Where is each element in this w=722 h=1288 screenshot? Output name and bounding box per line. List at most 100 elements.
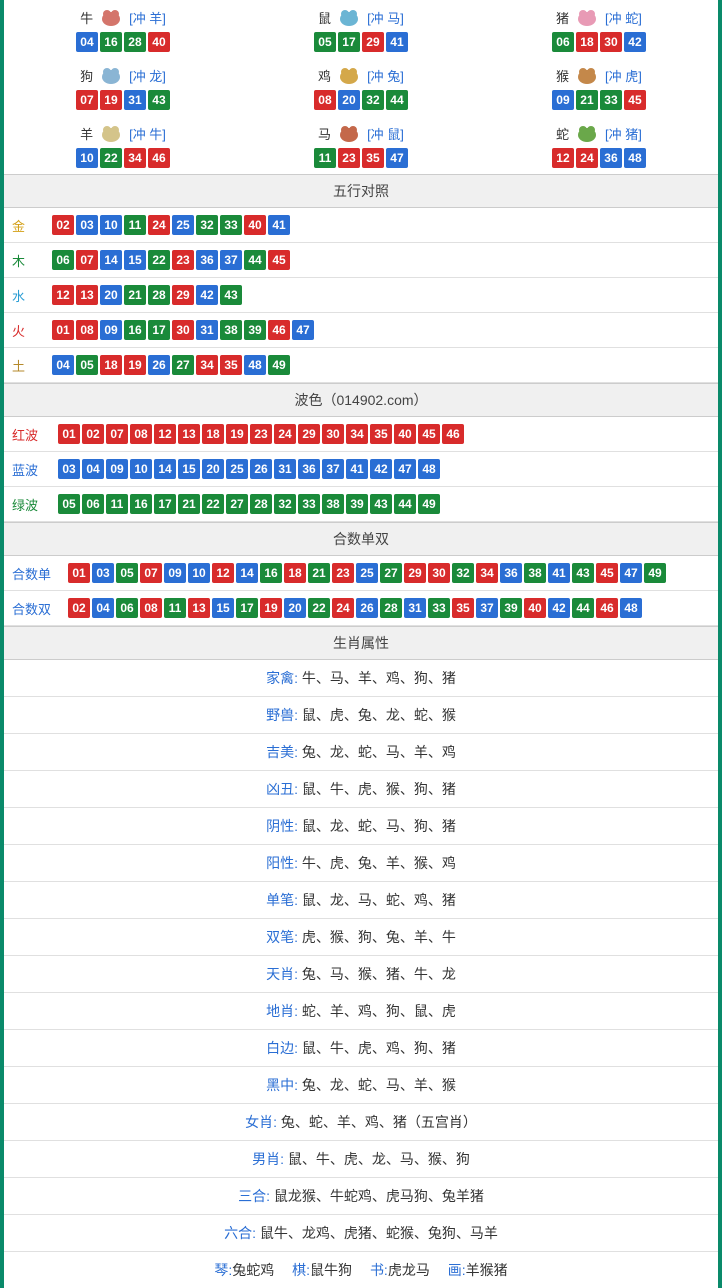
number-ball: 44 xyxy=(572,598,594,618)
number-ball: 05 xyxy=(314,32,336,52)
zodiac-header: 蛇 [冲 猪] xyxy=(480,122,718,144)
number-ball: 15 xyxy=(124,250,146,270)
number-ball: 10 xyxy=(100,215,122,235)
number-ball: 30 xyxy=(600,32,622,52)
number-ball: 11 xyxy=(124,215,146,235)
data-row: 合数单 010305070910121416182123252729303234… xyxy=(4,556,718,591)
number-ball: 27 xyxy=(380,563,402,583)
number-ball: 37 xyxy=(220,250,242,270)
number-ball: 24 xyxy=(576,148,598,168)
number-ball: 38 xyxy=(524,563,546,583)
zodiac-icon xyxy=(573,64,601,86)
number-ball: 10 xyxy=(76,148,98,168)
qi-label: 棋: xyxy=(292,1262,310,1278)
zodiac-balls: 07193143 xyxy=(4,90,242,110)
number-ball: 18 xyxy=(576,32,598,52)
row-label: 合数单 xyxy=(12,564,68,583)
number-ball: 46 xyxy=(442,424,464,444)
number-ball: 21 xyxy=(308,563,330,583)
number-ball: 25 xyxy=(226,459,248,479)
zodiac-header: 马 [冲 鼠] xyxy=(242,122,480,144)
number-ball: 31 xyxy=(404,598,426,618)
header-bose: 波色（014902.com） xyxy=(4,383,718,417)
number-ball: 07 xyxy=(76,250,98,270)
number-ball: 20 xyxy=(202,459,224,479)
attr-value: 蛇、羊、鸡、狗、鼠、虎 xyxy=(298,1003,456,1019)
number-ball: 35 xyxy=(370,424,392,444)
number-ball: 35 xyxy=(220,355,242,375)
number-ball: 24 xyxy=(148,215,170,235)
number-ball: 09 xyxy=(164,563,186,583)
zodiac-clash: [冲 羊] xyxy=(129,8,166,27)
number-ball: 38 xyxy=(322,494,344,514)
number-ball: 05 xyxy=(58,494,80,514)
number-ball: 20 xyxy=(284,598,306,618)
row-balls: 0102070812131819232429303435404546 xyxy=(58,424,464,444)
attr-value: 牛、马、羊、鸡、狗、猪 xyxy=(298,670,456,686)
zodiac-header: 羊 [冲 牛] xyxy=(4,122,242,144)
number-ball: 05 xyxy=(76,355,98,375)
number-ball: 03 xyxy=(58,459,80,479)
number-ball: 26 xyxy=(148,355,170,375)
header-shengxiao: 生肖属性 xyxy=(4,626,718,660)
number-ball: 02 xyxy=(68,598,90,618)
number-ball: 17 xyxy=(154,494,176,514)
main-wrapper: 牛 [冲 羊] 04162840 鼠 [冲 马] 05172941 猪 [冲 蛇… xyxy=(0,0,722,1288)
number-ball: 16 xyxy=(124,320,146,340)
attr-value: 鼠牛、龙鸡、虎猪、蛇猴、兔狗、马羊 xyxy=(256,1225,498,1241)
number-ball: 29 xyxy=(172,285,194,305)
number-ball: 13 xyxy=(188,598,210,618)
attr-value: 虎、猴、狗、兔、羊、牛 xyxy=(298,929,456,945)
number-ball: 20 xyxy=(100,285,122,305)
attr-label: 野兽: xyxy=(266,707,298,723)
qin-label: 琴: xyxy=(214,1262,232,1278)
number-ball: 02 xyxy=(82,424,104,444)
number-ball: 17 xyxy=(236,598,258,618)
attr-label: 天肖: xyxy=(266,966,298,982)
zodiac-clash: [冲 兔] xyxy=(367,66,404,85)
zodiac-name: 牛 xyxy=(80,8,93,27)
attr-row: 单笔: 鼠、龙、马、蛇、鸡、猪 xyxy=(4,882,718,919)
number-ball: 03 xyxy=(76,215,98,235)
number-ball: 34 xyxy=(476,563,498,583)
number-ball: 46 xyxy=(596,598,618,618)
attr-row: 家禽: 牛、马、羊、鸡、狗、猪 xyxy=(4,660,718,697)
zodiac-name: 狗 xyxy=(80,66,93,85)
number-ball: 31 xyxy=(196,320,218,340)
zodiac-cell: 蛇 [冲 猪] 12243648 xyxy=(480,116,718,174)
number-ball: 06 xyxy=(116,598,138,618)
number-ball: 24 xyxy=(332,598,354,618)
zodiac-clash: [冲 蛇] xyxy=(605,8,642,27)
zodiac-balls: 06183042 xyxy=(480,32,718,52)
attr-value: 鼠龙猴、牛蛇鸡、虎马狗、兔羊猪 xyxy=(270,1188,484,1204)
zodiac-header: 牛 [冲 羊] xyxy=(4,6,242,28)
header-wuxing: 五行对照 xyxy=(4,174,718,208)
attr-value: 鼠、牛、虎、龙、马、猴、狗 xyxy=(284,1151,470,1167)
zodiac-icon xyxy=(335,64,363,86)
bose-table: 红波 0102070812131819232429303435404546 蓝波… xyxy=(4,417,718,522)
number-ball: 30 xyxy=(322,424,344,444)
attr-row: 野兽: 鼠、虎、兔、龙、蛇、猴 xyxy=(4,697,718,734)
attr-label: 单笔: xyxy=(266,892,298,908)
attr-value: 兔、蛇、羊、鸡、猪（五宫肖） xyxy=(277,1114,477,1130)
number-ball: 18 xyxy=(284,563,306,583)
number-ball: 12 xyxy=(212,563,234,583)
number-ball: 42 xyxy=(624,32,646,52)
number-ball: 45 xyxy=(268,250,290,270)
attr-label: 三合: xyxy=(238,1188,270,1204)
number-ball: 26 xyxy=(356,598,378,618)
number-ball: 12 xyxy=(52,285,74,305)
number-ball: 07 xyxy=(140,563,162,583)
number-ball: 39 xyxy=(244,320,266,340)
attr-value: 兔、龙、蛇、马、羊、鸡 xyxy=(298,744,456,760)
number-ball: 47 xyxy=(620,563,642,583)
zodiac-name: 猴 xyxy=(556,66,569,85)
zodiac-header: 鸡 [冲 兔] xyxy=(242,64,480,86)
number-ball: 08 xyxy=(130,424,152,444)
number-ball: 43 xyxy=(370,494,392,514)
number-ball: 08 xyxy=(140,598,162,618)
number-ball: 04 xyxy=(82,459,104,479)
data-row: 金 02031011242532334041 xyxy=(4,208,718,243)
number-ball: 46 xyxy=(148,148,170,168)
zodiac-balls: 10223446 xyxy=(4,148,242,168)
